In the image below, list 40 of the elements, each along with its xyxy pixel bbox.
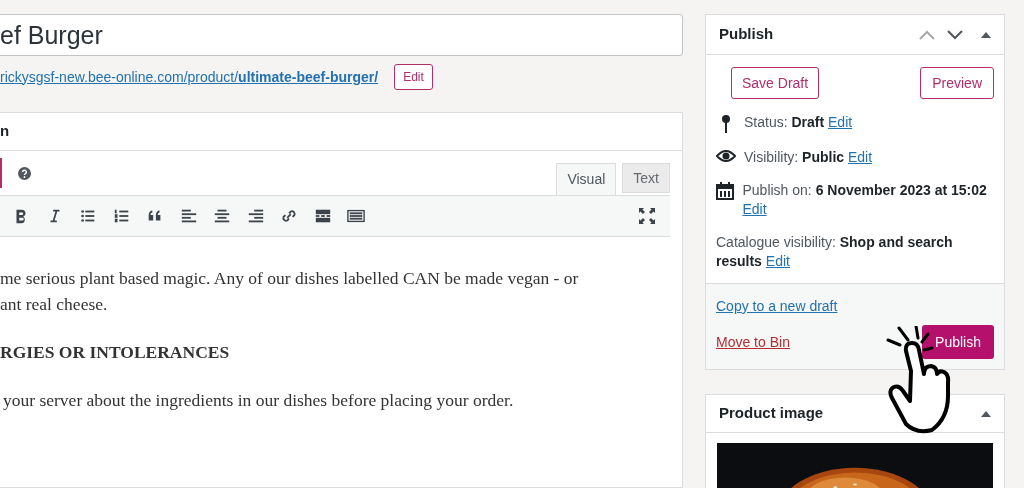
content-paragraph: your server about the ingredients in our dishes before placing your order. <box>2 389 515 412</box>
pin-icon <box>720 114 732 134</box>
align-right-icon[interactable] <box>246 207 265 225</box>
toolbar-toggle-icon[interactable] <box>347 207 365 225</box>
publish-setting: Catalogue visibility: Shop and search results Edit <box>716 233 954 271</box>
collapse-icon[interactable] <box>981 31 991 38</box>
edit-link[interactable]: Edit <box>742 201 767 217</box>
move-down-icon[interactable] <box>947 29 963 40</box>
publish-button[interactable]: Publish <box>922 325 994 359</box>
editor-tab[interactable]: Visual <box>556 163 617 195</box>
panel-title: Product image <box>719 403 824 424</box>
publish-setting: Visibility: Public Edit <box>744 148 873 167</box>
help-icon[interactable] <box>18 166 31 180</box>
editor-tab[interactable]: Text <box>622 163 670 193</box>
read-more-icon[interactable] <box>313 207 332 225</box>
publish-setting: Status: Draft Edit <box>744 113 853 132</box>
calendar-icon <box>716 182 735 200</box>
preview-button[interactable]: Preview <box>920 67 994 99</box>
publish-setting: Publish on: 6 November 2023 at 15:02 Edit <box>742 181 988 219</box>
copy-draft-link[interactable]: Copy to a new draft <box>716 296 838 317</box>
eye-icon <box>716 149 736 163</box>
edit-link[interactable]: Edit <box>848 149 873 165</box>
content-paragraph: me serious plant based magic. Any of our dishes labelled CAN be made vegan - or ant real cheese. <box>0 267 580 316</box>
align-left-icon[interactable] <box>179 207 198 225</box>
fullscreen-icon[interactable] <box>638 207 656 225</box>
edit-link[interactable]: Edit <box>765 253 790 269</box>
bullet-list-icon[interactable] <box>79 207 97 225</box>
link-icon[interactable] <box>280 207 298 225</box>
panel-heading: n <box>0 121 10 142</box>
collapse-icon[interactable] <box>981 410 991 417</box>
title-field[interactable]: ef Burger <box>0 14 683 56</box>
content-heading: RGIES OR INTOLERANCES <box>0 341 231 364</box>
panel-title: Publish <box>719 24 774 45</box>
align-center-icon[interactable] <box>213 207 231 225</box>
edit-link[interactable]: Edit <box>828 114 853 130</box>
numbered-list-icon[interactable] <box>112 207 131 225</box>
save-draft-button[interactable]: Save Draft <box>731 67 820 99</box>
edit-permalink-button[interactable]: Edit <box>394 64 433 90</box>
move-to-bin-link[interactable]: Move to Bin <box>716 331 790 353</box>
permalink-link[interactable]: rickysgsf-new.bee-online.com/product/ultimate-beef-burger/ <box>0 66 379 88</box>
